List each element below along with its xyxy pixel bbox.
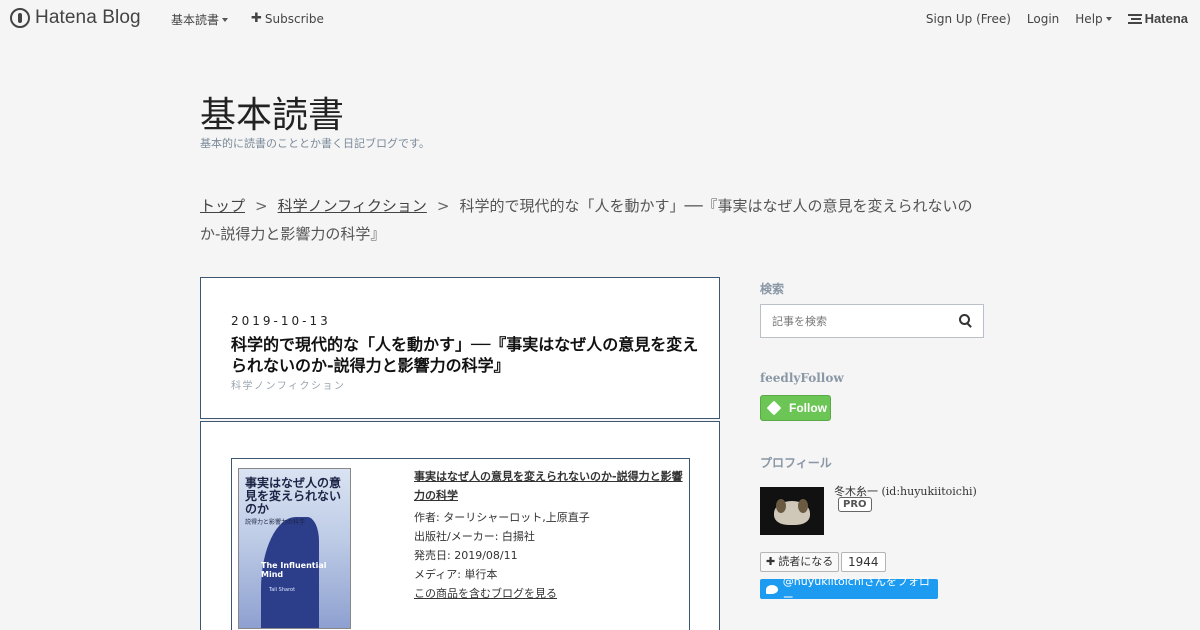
product-title-link[interactable]: 事実はなぜ人の意見を変えられないのか-説得力と影響力の科学: [414, 467, 686, 505]
article-body: 事実はなぜ人の意見を変えられないのか 説得力と影響力の科学 The Influe…: [200, 421, 720, 630]
help-menu-label: Help: [1075, 11, 1103, 26]
login-link[interactable]: Login: [1027, 12, 1059, 26]
product-publisher: 出版社/メーカー: 白揚社: [414, 530, 535, 543]
cover-subtitle: 説得力と影響力の科学: [245, 519, 306, 526]
feedly-follow-label: Follow: [789, 401, 827, 415]
hatena-blog-icon: [10, 8, 30, 28]
brand-text: Hatena Blog: [35, 7, 141, 28]
feedly-icon: [766, 400, 782, 416]
breadcrumb: トップ > 科学ノンフィクション > 科学的で現代的な「人を動かす」──『事実はなぜ人の…: [200, 192, 990, 248]
search-heading: 検索: [760, 282, 785, 296]
hatena-blog-logo[interactable]: Hatena Blog: [10, 7, 141, 29]
profile-avatar[interactable]: [760, 487, 824, 535]
subscribe-reader-label: 読者になる: [778, 555, 834, 568]
breadcrumb-separator: >: [436, 197, 450, 215]
feedly-heading: feedlyFollow: [760, 371, 844, 385]
article-header: 2019-10-13 科学的で現代的な「人を動かす」──『事実はなぜ人の意見を変…: [200, 277, 720, 419]
hatena-icon: [1127, 13, 1142, 24]
breadcrumb-separator: >: [255, 197, 268, 215]
account-nav: Sign Up (Free) Login Help Hatena: [910, 11, 1188, 26]
product-release-date: 発売日: 2019/08/11: [414, 549, 518, 562]
product-media: メディア: 単行本: [414, 568, 498, 581]
blog-title[interactable]: 基本読書: [200, 86, 344, 138]
product-info: 事実はなぜ人の意見を変えられないのか-説得力と影響力の科学 作者: ターリシャー…: [414, 467, 686, 603]
pro-badge: PRO: [838, 497, 872, 512]
cover-title: 事実はなぜ人の意見を変えられないのか: [245, 476, 342, 516]
dog-photo: [774, 499, 810, 525]
reader-count: 1944: [841, 552, 886, 572]
global-header: Hatena Blog 基本読書 ✚ Subscribe Sign Up (Fr…: [0, 0, 1200, 36]
search-input[interactable]: [761, 305, 951, 337]
cover-en-title: The Influential Mind: [261, 561, 327, 579]
hatena-logo[interactable]: Hatena: [1127, 11, 1188, 26]
search-icon[interactable]: [959, 314, 972, 327]
help-menu[interactable]: Help: [1075, 11, 1112, 26]
twitter-follow-label: @huyukiitoichiさんをフォロー: [782, 575, 930, 604]
profile-heading: プロフィール: [760, 456, 832, 470]
article-category[interactable]: 科学ノンフィクション: [231, 377, 346, 392]
search-box: [760, 304, 984, 338]
plus-icon: ✚: [251, 11, 262, 26]
article-date[interactable]: 2019-10-13: [231, 314, 331, 328]
article-title[interactable]: 科学的で現代的な「人を動かす」──『事実はなぜ人の意見を変えられないのか-説得力…: [231, 334, 701, 376]
breadcrumb-category-link[interactable]: 科学ノンフィクション: [278, 197, 427, 215]
chevron-down-icon: [222, 17, 229, 22]
nav-subscribe[interactable]: ✚ Subscribe: [251, 11, 324, 26]
breadcrumb-top-link[interactable]: トップ: [200, 197, 245, 215]
nav-subscribe-label: Subscribe: [264, 11, 324, 26]
product-blogs-link[interactable]: この商品を含むブログを見る: [414, 584, 686, 603]
signup-link[interactable]: Sign Up (Free): [926, 12, 1011, 26]
plus-icon: ✚: [766, 555, 776, 568]
book-cover-image[interactable]: 事実はなぜ人の意見を変えられないのか 説得力と影響力の科学 The Influe…: [238, 468, 351, 629]
subscribe-reader-button[interactable]: ✚ 読者になる: [760, 552, 840, 572]
chevron-down-icon: [1105, 16, 1112, 21]
feedly-follow-button[interactable]: Follow: [760, 395, 831, 421]
product-author: 作者: ターリシャーロット,上原直子: [414, 511, 590, 524]
blog-description: 基本的に読書のこととか書く日記ブログです。: [200, 137, 430, 150]
product-card: 事実はなぜ人の意見を変えられないのか 説得力と影響力の科学 The Influe…: [231, 458, 690, 630]
hatena-logo-text: Hatena: [1144, 11, 1188, 26]
twitter-follow-button[interactable]: @huyukiitoichiさんをフォロー: [760, 575, 938, 604]
twitter-bird-icon: [766, 584, 778, 594]
nav-blog-menu-label: 基本読書: [171, 13, 220, 27]
nav-blog-menu[interactable]: 基本読書: [171, 11, 229, 28]
cover-en-author: Tali Sharot: [269, 587, 296, 593]
